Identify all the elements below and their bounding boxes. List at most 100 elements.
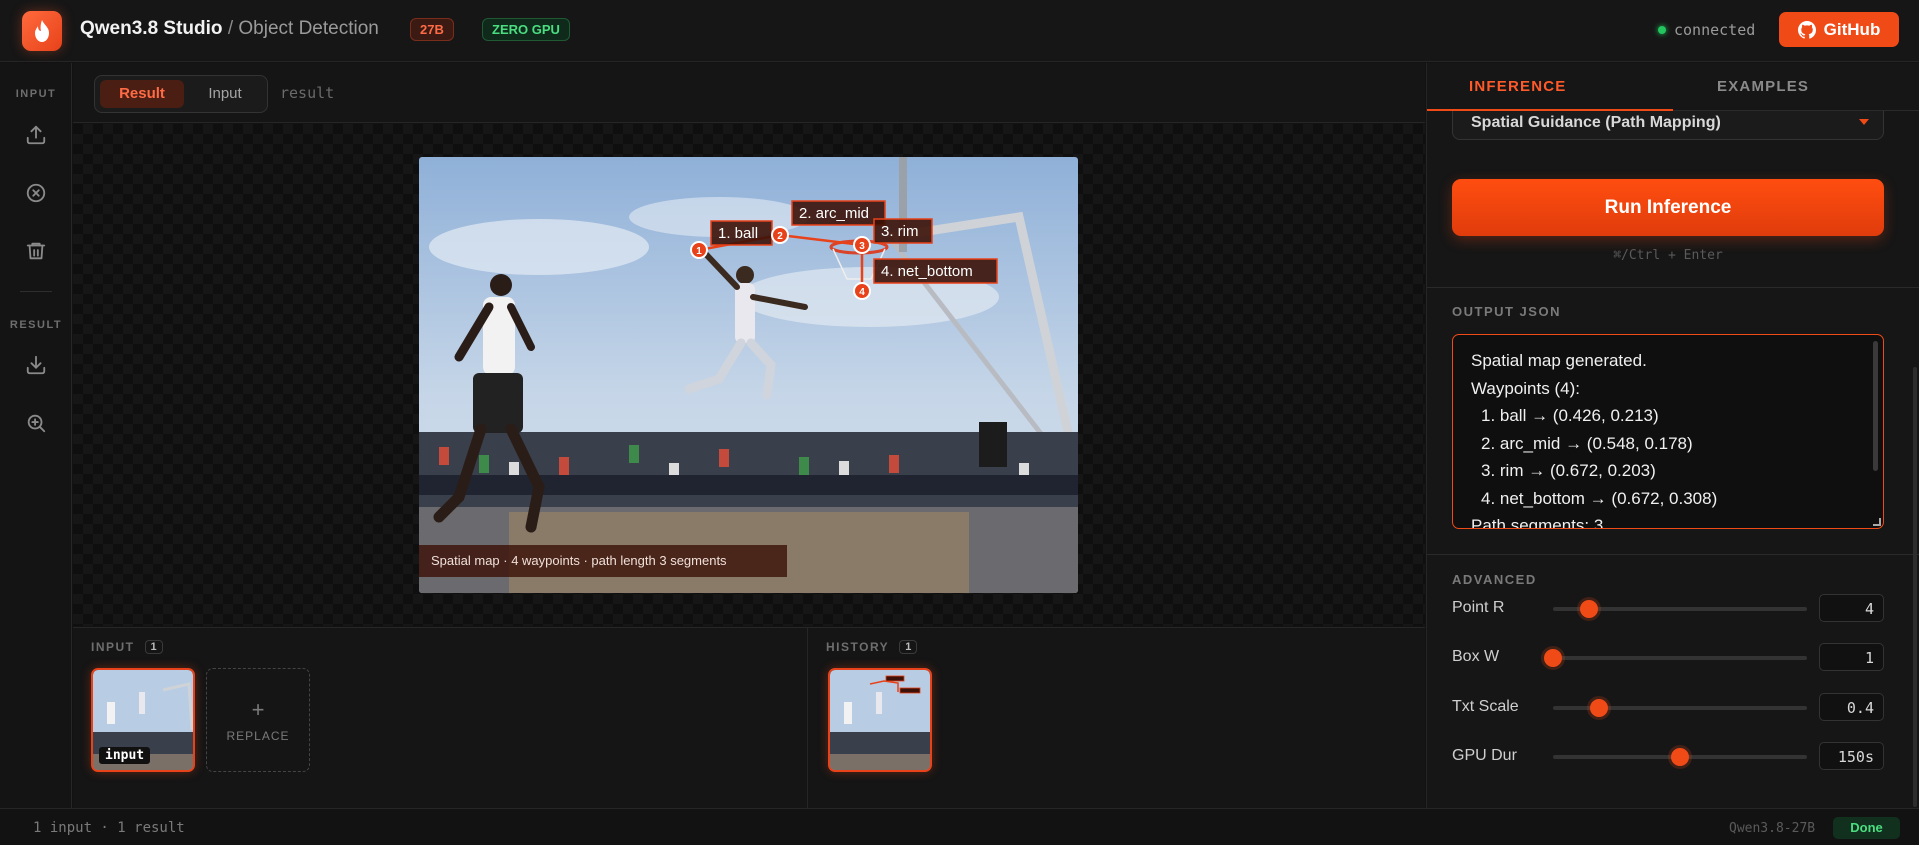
title-separator: / (227, 18, 234, 39)
history-panel: HISTORY 1 (808, 627, 1425, 808)
slider-knob[interactable] (1544, 649, 1562, 667)
waypoint-3-num: 3 (859, 241, 865, 252)
thumbnail-tag: input (99, 747, 151, 764)
input-panel-label: INPUT (91, 640, 135, 654)
input-thumbnail[interactable]: input (91, 668, 195, 772)
slider-value-input[interactable]: 1 (1819, 643, 1884, 671)
history-panel-label: HISTORY (826, 640, 890, 654)
replace-button[interactable]: + REPLACE (206, 668, 310, 772)
status-model: Qwen3.8-27B (1729, 821, 1816, 836)
clear-button[interactable] (18, 175, 54, 211)
status-badge: Done (1833, 817, 1900, 839)
slider-track[interactable] (1544, 649, 1807, 667)
output-line: Waypoints (4): (1471, 378, 1580, 398)
slider-txt-scale: Txt Scale 0.4 (1452, 692, 1884, 722)
section-divider (1427, 554, 1919, 555)
github-button[interactable]: GitHub (1779, 12, 1899, 47)
breadcrumb: result (280, 84, 335, 102)
tab-examples[interactable]: EXAMPLES (1717, 78, 1809, 95)
resize-handle-icon[interactable] (1873, 518, 1881, 526)
status-bar: 1 input · 1 result Qwen3.8-27B Done (0, 808, 1919, 845)
waypoint-4-label: 4. net_bottom (881, 263, 973, 280)
slider-value-input[interactable]: 0.4 (1819, 693, 1884, 721)
output-line: Spatial map generated. (1471, 351, 1647, 370)
section-divider (1427, 287, 1919, 288)
status-summary: 1 input · 1 result (33, 820, 185, 836)
output-line: 2. arc_mid → (0.548, 0.178) (1481, 433, 1693, 453)
zoom-in-icon (27, 414, 46, 433)
active-tab-indicator (1427, 109, 1673, 111)
slider-track[interactable] (1553, 748, 1807, 766)
output-line: 4. net_bottom → (0.672, 0.308) (1481, 488, 1718, 508)
github-icon (1797, 20, 1816, 39)
slider-track[interactable] (1553, 699, 1807, 717)
app-name: Qwen3.8 Studio (80, 18, 223, 39)
app-title: Qwen3.8 Studio / Object Detection (80, 18, 379, 40)
slider-point-r: Point R 4 (1452, 593, 1884, 623)
output-line: 3. rim → (0.672, 0.203) (1481, 461, 1656, 480)
model-size-badge: 27B (410, 18, 454, 41)
image-canvas: 1 1. ball 2 2. arc_mid 3 3. rim 4 4. net… (73, 124, 1425, 626)
slider-track[interactable] (1553, 600, 1807, 618)
slider-box-w: Box W 1 (1452, 642, 1884, 672)
output-json-textarea[interactable]: Spatial map generated. Waypoints (4): 1.… (1452, 334, 1884, 529)
waypoint-2-label: 2. arc_mid (799, 205, 869, 222)
run-inference-button[interactable]: Run Inference (1452, 179, 1884, 236)
upload-button[interactable] (18, 117, 54, 153)
waypoint-1-num: 1 (696, 246, 702, 257)
zoom-button[interactable] (18, 405, 54, 441)
waypoint-3-label: 3. rim (881, 223, 919, 240)
panel-scrollbar[interactable] (1913, 367, 1917, 807)
waypoint-4-num: 4 (859, 287, 865, 298)
slider-knob[interactable] (1589, 699, 1608, 717)
panel-tabs: INFERENCE EXAMPLES (1427, 63, 1919, 111)
input-panel: INPUT 1 input + REPLACE (73, 627, 808, 808)
tab-input[interactable]: Input (187, 80, 263, 108)
mode-select-value: Spatial Guidance (Path Mapping) (1471, 114, 1721, 131)
connection-label: connected (1674, 21, 1756, 39)
connection-status: connected (1658, 21, 1755, 39)
output-json-label: OUTPUT JSON (1452, 304, 1561, 319)
plus-icon: + (251, 697, 265, 722)
app-header: Qwen3.8 Studio / Object Detection 27B ZE… (0, 0, 1919, 62)
rail-divider (20, 291, 52, 292)
advanced-label: ADVANCED (1452, 572, 1537, 587)
slider-value-input[interactable]: 4 (1819, 594, 1884, 622)
upload-icon (26, 125, 46, 145)
textarea-scrollbar[interactable] (1873, 341, 1878, 471)
slider-value-input[interactable]: 150s (1819, 742, 1884, 770)
tab-inference[interactable]: INFERENCE (1469, 78, 1566, 95)
tool-rail: INPUT RESULT (0, 63, 72, 808)
history-panel-header: HISTORY 1 (826, 640, 918, 654)
zero-gpu-badge: ZERO GPU (482, 18, 570, 41)
view-toolbar: Result Input result (73, 63, 1425, 123)
history-thumbnail-image (830, 670, 930, 770)
flame-icon (22, 11, 62, 51)
slider-knob[interactable] (1579, 600, 1598, 618)
slider-label: Point R (1452, 599, 1505, 616)
clear-icon (26, 183, 46, 203)
slider-gpu-dur: GPU Dur 150s (1452, 741, 1884, 771)
history-count-badge: 1 (899, 640, 918, 654)
slider-knob[interactable] (1671, 748, 1689, 766)
delete-button[interactable] (18, 233, 54, 269)
tab-result[interactable]: Result (100, 80, 184, 108)
download-button[interactable] (18, 347, 54, 383)
slider-label: Box W (1452, 648, 1500, 665)
rail-input-label: INPUT (15, 88, 57, 100)
result-image[interactable]: 1 1. ball 2 2. arc_mid 3 3. rim 4 4. net… (419, 157, 1078, 593)
waypoint-2-num: 2 (777, 231, 783, 242)
caret-down-icon (1859, 119, 1869, 125)
github-label: GitHub (1823, 19, 1881, 39)
download-icon (26, 355, 46, 375)
input-panel-header: INPUT 1 (91, 640, 163, 654)
settings-panel: Spatial Guidance (Path Mapping) INFERENC… (1426, 63, 1919, 808)
slider-label: GPU Dur (1452, 747, 1517, 764)
history-thumbnail[interactable] (828, 668, 932, 772)
rail-result-label: RESULT (9, 319, 63, 331)
waypoint-1-label: 1. ball (718, 225, 758, 242)
input-count-badge: 1 (144, 640, 163, 654)
page-name: Object Detection (238, 18, 379, 39)
output-line: Path segments: 3 (1471, 516, 1604, 529)
status-dot-icon (1658, 26, 1666, 34)
